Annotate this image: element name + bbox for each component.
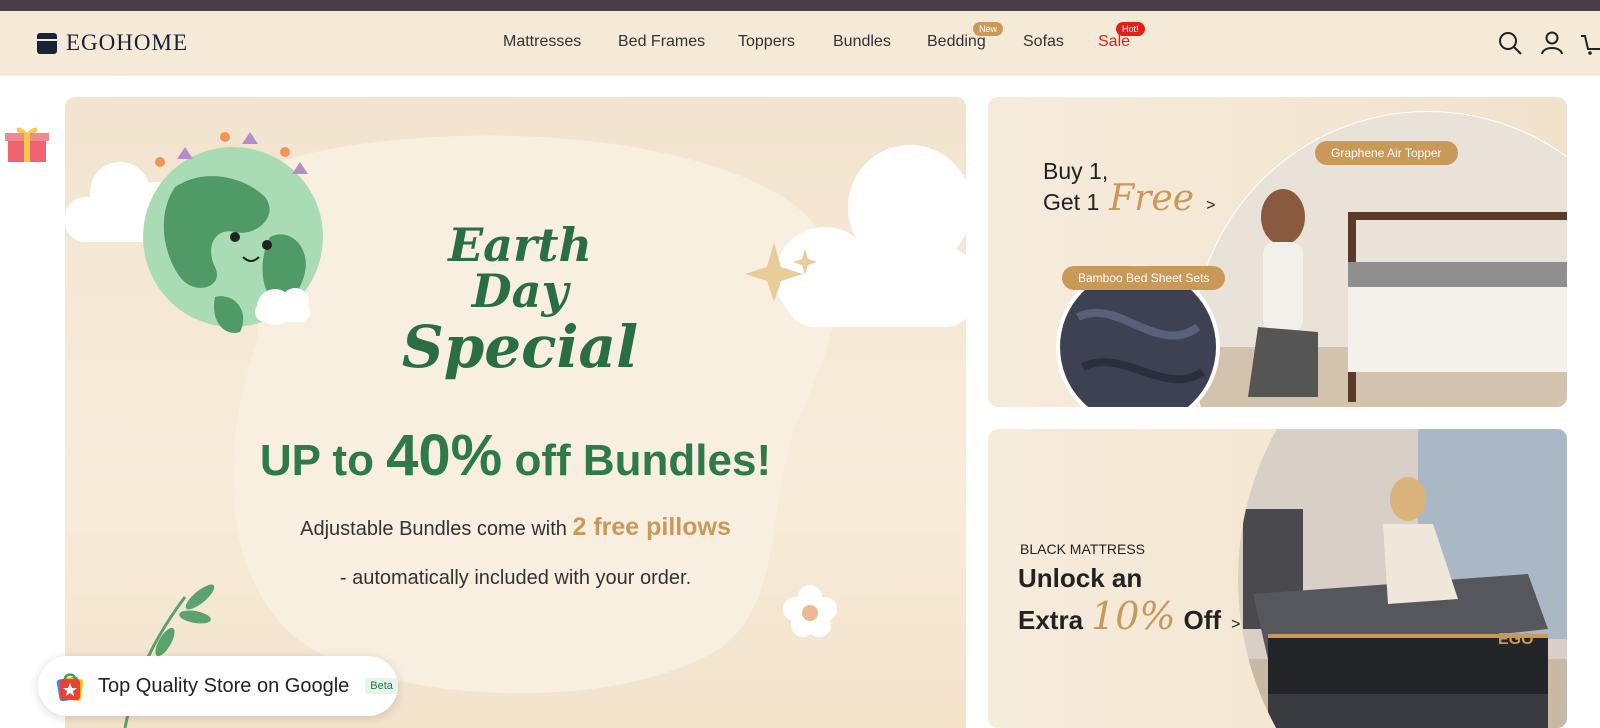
headline-pre: UP to [259,436,387,485]
beta-tag: Beta [365,678,398,694]
promo-card-bogo[interactable]: Buy 1, Get 1 Free > Graphene Air Topper … [988,97,1567,407]
headline-post: off Bundles! [502,436,772,485]
site-header: EGOHOME Mattresses Bed Frames Toppers Bu… [0,11,1600,76]
google-badge-text: Top Quality Store on Google [98,674,350,697]
cloud-small [255,288,310,325]
headline-line-1: Unlock an [1018,563,1143,593]
title-line-2: Special [401,313,639,381]
nav-sofas[interactable]: Sofas [1023,33,1064,51]
search-icon[interactable] [1496,29,1524,57]
chevron-right-icon: > [1206,197,1216,214]
badge-hot: Hot! [1116,22,1145,36]
nav-toppers[interactable]: Toppers [738,33,795,51]
cloud-right [775,145,966,327]
nav-bundles[interactable]: Bundles [833,33,891,51]
hero-decoration [65,132,966,728]
headline-percent: 10% [1091,594,1176,638]
bogo-line-2: Get 1 [1043,189,1100,215]
google-top-quality-badge[interactable]: Top Quality Store on Google Beta [38,656,398,716]
logo[interactable]: EGOHOME [37,30,188,55]
sub-pre: Adjustable Bundles come with [300,518,573,540]
title-line-1: Earth Day [448,218,592,318]
hero-subtext-line2: - automatically included with your order… [339,567,692,589]
sub-accent: 2 free pillows [572,513,731,541]
logo-mark-icon [37,32,57,54]
gift-icon[interactable] [5,124,49,164]
bogo-text: Buy 1, Get 1 Free > [1043,157,1215,220]
earth-day-title: Earth Day Special [400,222,640,376]
black-mattress-headline: Unlock an Extra 10% Off > [1018,559,1240,644]
chevron-right-icon: > [1231,616,1241,633]
pill-graphene-topper[interactable]: Graphene Air Topper [1315,141,1458,165]
pill-bamboo-sheets[interactable]: Bamboo Bed Sheet Sets [1062,266,1226,290]
flower-icon [783,585,837,637]
nav-bedding[interactable]: Bedding [927,33,986,51]
account-icon[interactable] [1538,29,1566,57]
promo-card-black-mattress[interactable]: EGO BLACK MATTRESS Unlock an Extra 10% O… [988,429,1567,728]
hero-headline: UP to 40% off Bundles! [65,422,966,489]
ego-product-logo: EGO [1498,631,1534,648]
google-shopping-icon [56,673,84,702]
badge-new: New [973,22,1004,36]
headline-percent: 40% [386,423,503,488]
black-mattress-eyebrow: BLACK MATTRESS [1020,541,1145,557]
hero-subtext: Adjustable Bundles come with 2 free pill… [65,513,966,542]
bogo-free: Free [1109,178,1195,219]
logo-text: EGOHOME [66,30,188,55]
nav-bed-frames[interactable]: Bed Frames [618,33,705,51]
cart-icon[interactable] [1580,29,1600,57]
top-strip [0,0,1600,11]
hero-banner[interactable]: Earth Day Special UP to 40% off Bundles!… [65,97,966,728]
nav-mattresses[interactable]: Mattresses [503,33,581,51]
card1-visual [1056,111,1567,407]
headline-line-2-post: Off [1183,605,1222,635]
headline-line-2-pre: Extra [1018,605,1084,635]
